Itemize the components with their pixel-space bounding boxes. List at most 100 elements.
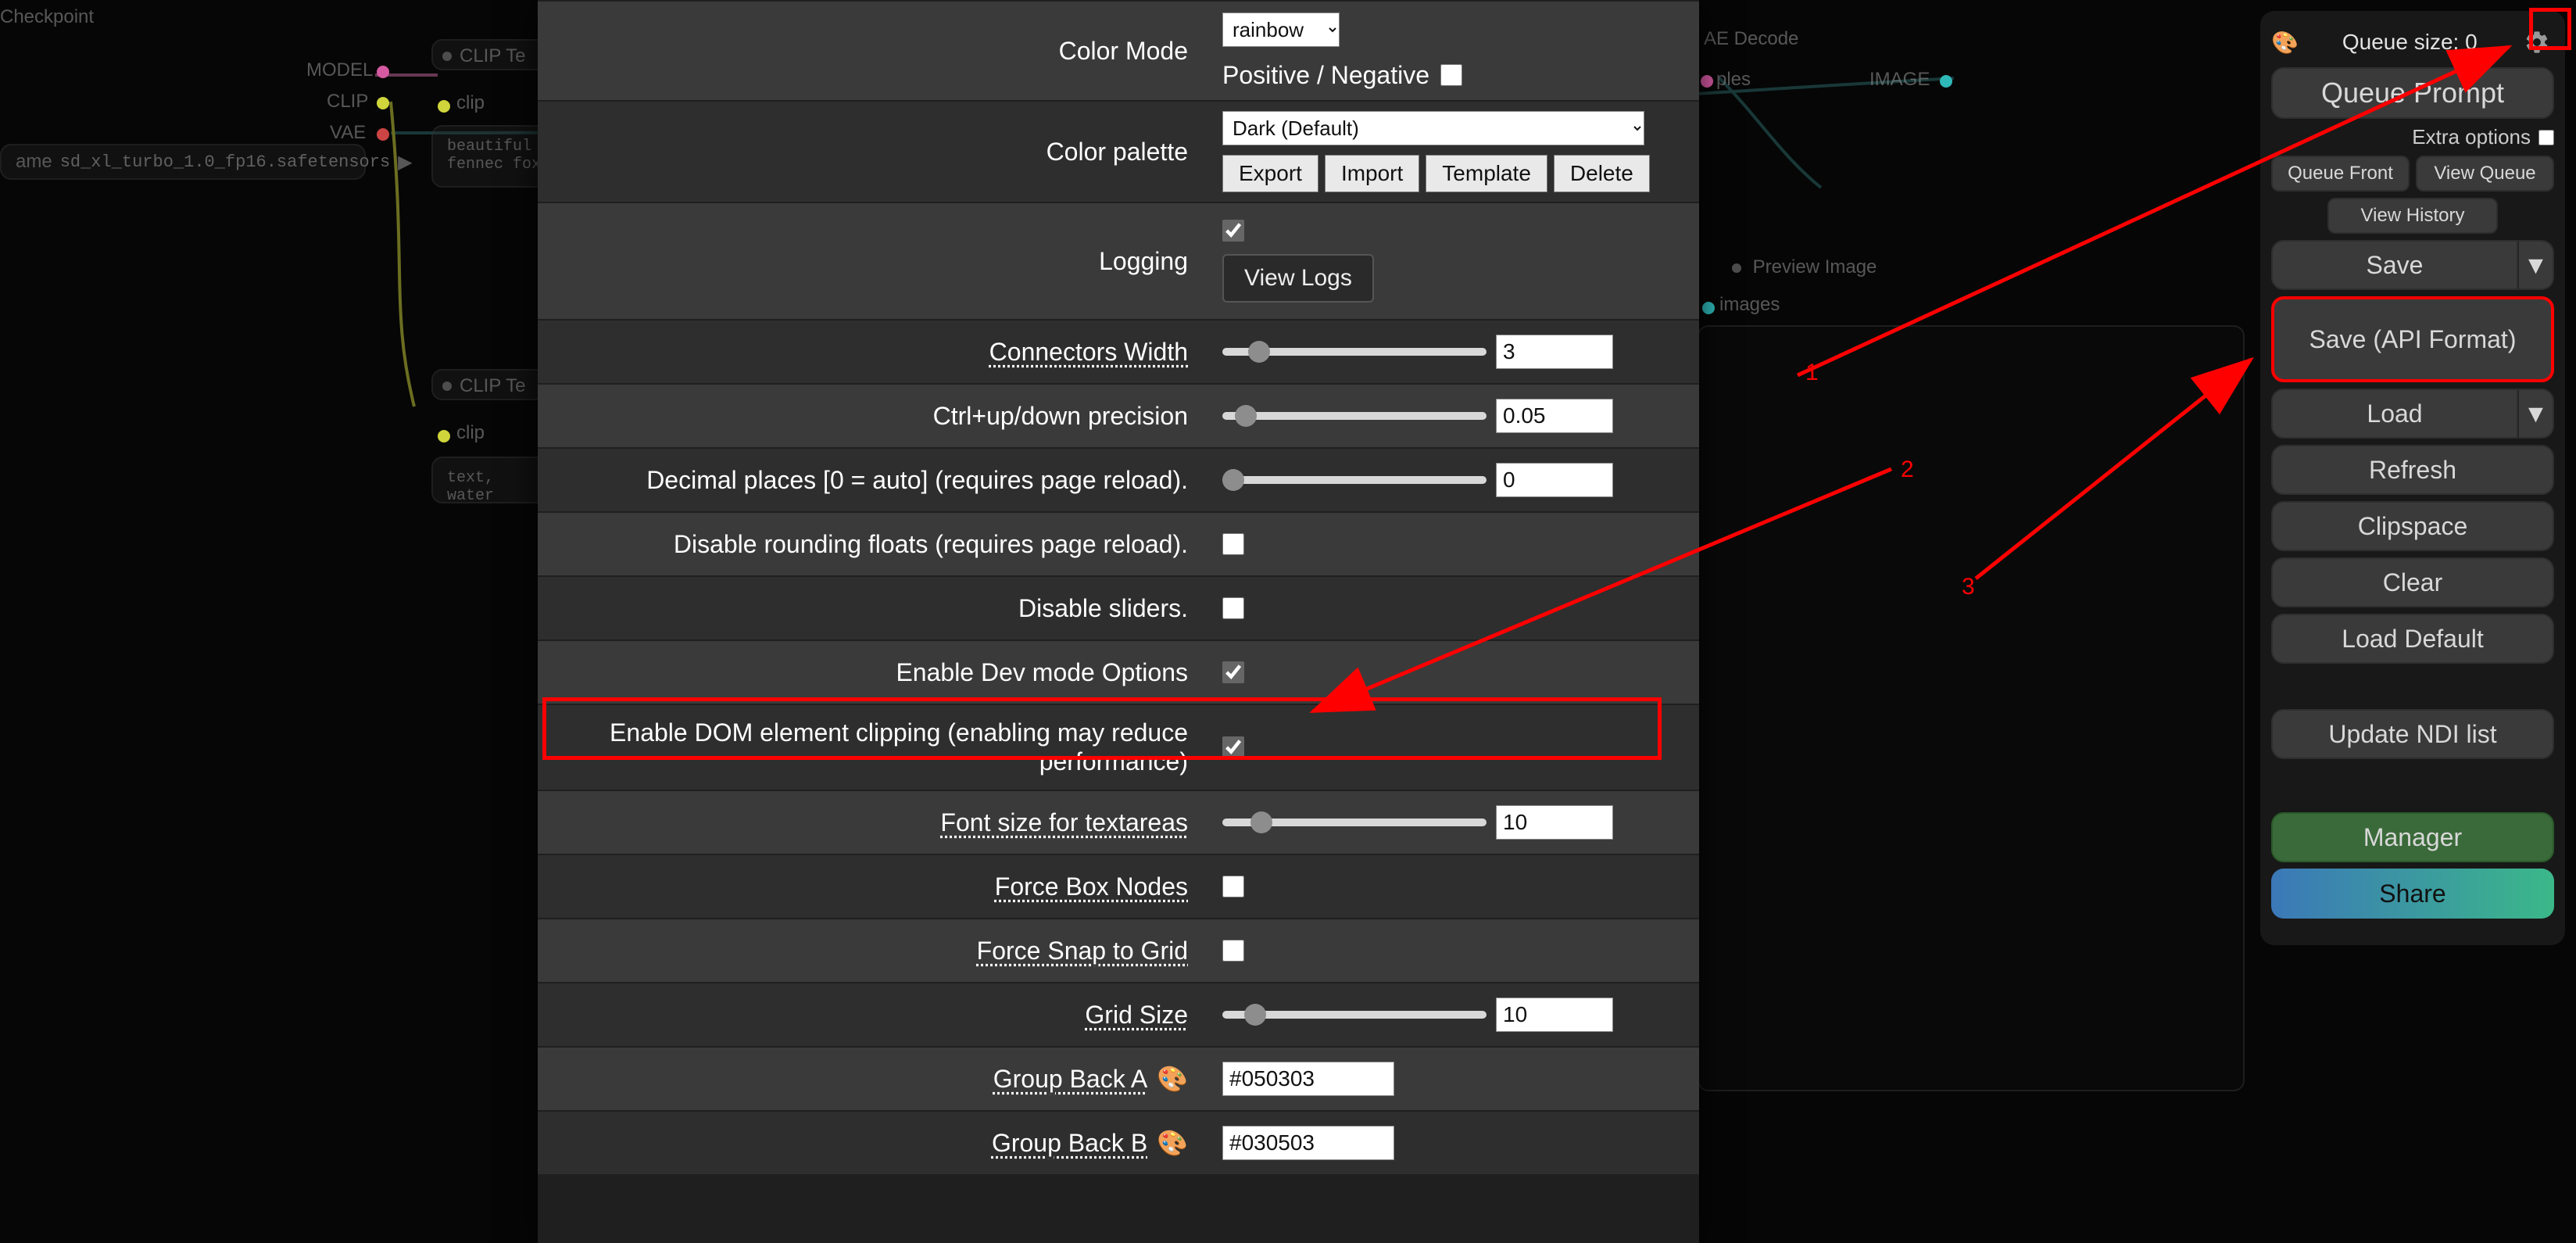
force-snap-checkbox[interactable] xyxy=(1222,940,1244,962)
view-history-button[interactable]: View History xyxy=(2327,198,2497,234)
posneg-checkbox[interactable] xyxy=(1440,64,1462,86)
logging-checkbox[interactable] xyxy=(1222,220,1244,242)
anno-number-1: 1 xyxy=(1805,360,1819,385)
palette-icon[interactable]: 🎨 xyxy=(2271,30,2299,56)
bg-ckpt-file: sd_xl_turbo_1.0_fp16.safetensors xyxy=(60,152,390,172)
setting-group-back-a-label: Group Back A xyxy=(993,1065,1147,1094)
settings-scroll-area[interactable]: Color Mode rainbow Positive / Negative C… xyxy=(538,0,1699,1243)
disable-sliders-checkbox[interactable] xyxy=(1222,597,1244,619)
queue-prompt-button[interactable]: Queue Prompt xyxy=(2271,67,2554,119)
play-icon: ▶ xyxy=(398,151,412,174)
port-dot-image-out xyxy=(1940,75,1952,88)
bg-label-model: MODEL xyxy=(306,59,373,81)
port-dot-vae xyxy=(377,128,389,141)
color-mode-select[interactable]: rainbow xyxy=(1222,13,1340,47)
gear-icon[interactable] xyxy=(2520,25,2554,59)
palette-export-button[interactable]: Export xyxy=(1222,155,1318,192)
bg-label-vae: VAE xyxy=(330,122,366,144)
load-dropdown-button[interactable]: ▼ xyxy=(2518,389,2554,439)
extra-options-checkbox[interactable] xyxy=(2538,130,2554,145)
menu-dot-icon xyxy=(442,52,452,61)
setting-font-size-label: Font size for textareas xyxy=(940,808,1188,837)
group-back-a-input[interactable] xyxy=(1222,1062,1394,1096)
font-size-slider[interactable] xyxy=(1222,819,1487,826)
setting-force-snap-label: Force Snap to Grid xyxy=(977,937,1188,965)
extra-options-label: Extra options xyxy=(2412,125,2531,149)
setting-group-back-b-label: Group Back B xyxy=(992,1129,1147,1158)
bg-prompt-box-2[interactable]: text, water xyxy=(431,457,549,503)
queue-size-value: 0 xyxy=(2465,30,2478,54)
bg-prompt-box-1[interactable]: beautiful l fennec fox xyxy=(431,125,549,188)
devmode-checkbox[interactable] xyxy=(1222,661,1244,683)
ctrl-precision-slider[interactable] xyxy=(1222,412,1487,420)
port-dot-images xyxy=(1702,302,1715,314)
decimal-places-slider[interactable] xyxy=(1222,476,1487,484)
save-api-format-button[interactable]: Save (API Format) xyxy=(2271,296,2554,382)
setting-dom-clip-label: Enable DOM element clipping (enabling ma… xyxy=(546,718,1188,776)
bg-ples-label: ples xyxy=(1716,69,1751,91)
palette-template-button[interactable]: Template xyxy=(1426,155,1547,192)
bg-clip-port-1: clip xyxy=(456,92,485,114)
save-dropdown-button[interactable]: ▼ xyxy=(2518,240,2554,290)
queue-size-label: Queue size: xyxy=(2342,30,2459,54)
bg-images-label: images xyxy=(1719,294,1780,316)
palette-icon: 🎨 xyxy=(1157,1064,1188,1094)
connectors-width-input[interactable] xyxy=(1496,335,1613,369)
share-button[interactable]: Share xyxy=(2271,869,2554,919)
port-dot-model xyxy=(377,66,389,78)
status-bar: 🎨 Queue size: 0 xyxy=(2271,25,2554,59)
save-button[interactable]: Save xyxy=(2271,240,2518,290)
setting-force-box-label: Force Box Nodes xyxy=(995,872,1188,901)
setting-ctrl-precision-label: Ctrl+up/down precision xyxy=(933,402,1188,431)
port-dot-clip-in-1 xyxy=(438,100,450,113)
refresh-button[interactable]: Refresh xyxy=(2271,445,2554,495)
port-dot-ples xyxy=(1701,75,1713,88)
view-queue-button[interactable]: View Queue xyxy=(2416,156,2554,192)
setting-grid-size-label: Grid Size xyxy=(1085,1001,1188,1030)
bg-ckpt-selector[interactable]: ame sd_xl_turbo_1.0_fp16.safetensors ▶ xyxy=(0,144,366,180)
setting-disable-sliders-label: Disable sliders. xyxy=(1018,594,1188,623)
palette-delete-button[interactable]: Delete xyxy=(1554,155,1650,192)
extra-options-row: Extra options xyxy=(2271,125,2554,149)
clear-button[interactable]: Clear xyxy=(2271,557,2554,607)
menu-dot-icon xyxy=(442,381,452,391)
connectors-width-slider[interactable] xyxy=(1222,348,1487,356)
anno-number-2: 2 xyxy=(1901,457,1914,482)
clipspace-button[interactable]: Clipspace xyxy=(2271,501,2554,551)
setting-color-mode-label: Color Mode xyxy=(1059,37,1188,66)
setting-logging-label: Logging xyxy=(1099,247,1188,276)
port-dot-clip xyxy=(377,97,389,109)
dom-clip-checkbox[interactable] xyxy=(1222,736,1244,758)
group-back-b-input[interactable] xyxy=(1222,1126,1394,1160)
queue-front-button[interactable]: Queue Front xyxy=(2271,156,2410,192)
bg-node-clip-te-1: CLIP Te xyxy=(431,39,549,70)
load-default-button[interactable]: Load Default xyxy=(2271,614,2554,664)
color-palette-select[interactable]: Dark (Default) xyxy=(1222,111,1644,145)
grid-size-input[interactable] xyxy=(1496,998,1613,1032)
palette-import-button[interactable]: Import xyxy=(1325,155,1419,192)
update-ndi-button[interactable]: Update NDI list xyxy=(2271,709,2554,759)
posneg-label: Positive / Negative xyxy=(1222,61,1429,90)
manager-button[interactable]: Manager xyxy=(2271,812,2554,862)
load-button[interactable]: Load xyxy=(2271,389,2518,439)
settings-dialog: Color Mode rainbow Positive / Negative C… xyxy=(538,0,1699,1243)
setting-disable-rounding-label: Disable rounding floats (requires page r… xyxy=(674,530,1188,559)
bg-ckpt-name-label: ame xyxy=(16,151,52,173)
bg-image-label: IMAGE xyxy=(1869,69,1930,91)
port-dot-clip-in-2 xyxy=(438,430,450,442)
bg-node-clip-te-2: CLIP Te xyxy=(431,369,549,400)
force-box-checkbox[interactable] xyxy=(1222,876,1244,897)
side-panel: 🎨 Queue size: 0 Queue Prompt Extra optio… xyxy=(2260,11,2565,945)
setting-decimal-places-label: Decimal places [0 = auto] (requires page… xyxy=(646,466,1188,495)
bg-clip-te-title-1: CLIP Te xyxy=(460,45,526,67)
palette-icon: 🎨 xyxy=(1157,1128,1188,1158)
save-api-format-label: Save (API Format) xyxy=(2309,324,2517,354)
decimal-places-input[interactable] xyxy=(1496,463,1613,497)
setting-devmode-label: Enable Dev mode Options xyxy=(896,658,1188,687)
grid-size-slider[interactable] xyxy=(1222,1011,1487,1019)
view-logs-button[interactable]: View Logs xyxy=(1222,254,1374,303)
chevron-down-icon: ▼ xyxy=(2524,399,2549,428)
disable-rounding-checkbox[interactable] xyxy=(1222,533,1244,555)
font-size-input[interactable] xyxy=(1496,805,1613,840)
ctrl-precision-input[interactable] xyxy=(1496,399,1613,433)
